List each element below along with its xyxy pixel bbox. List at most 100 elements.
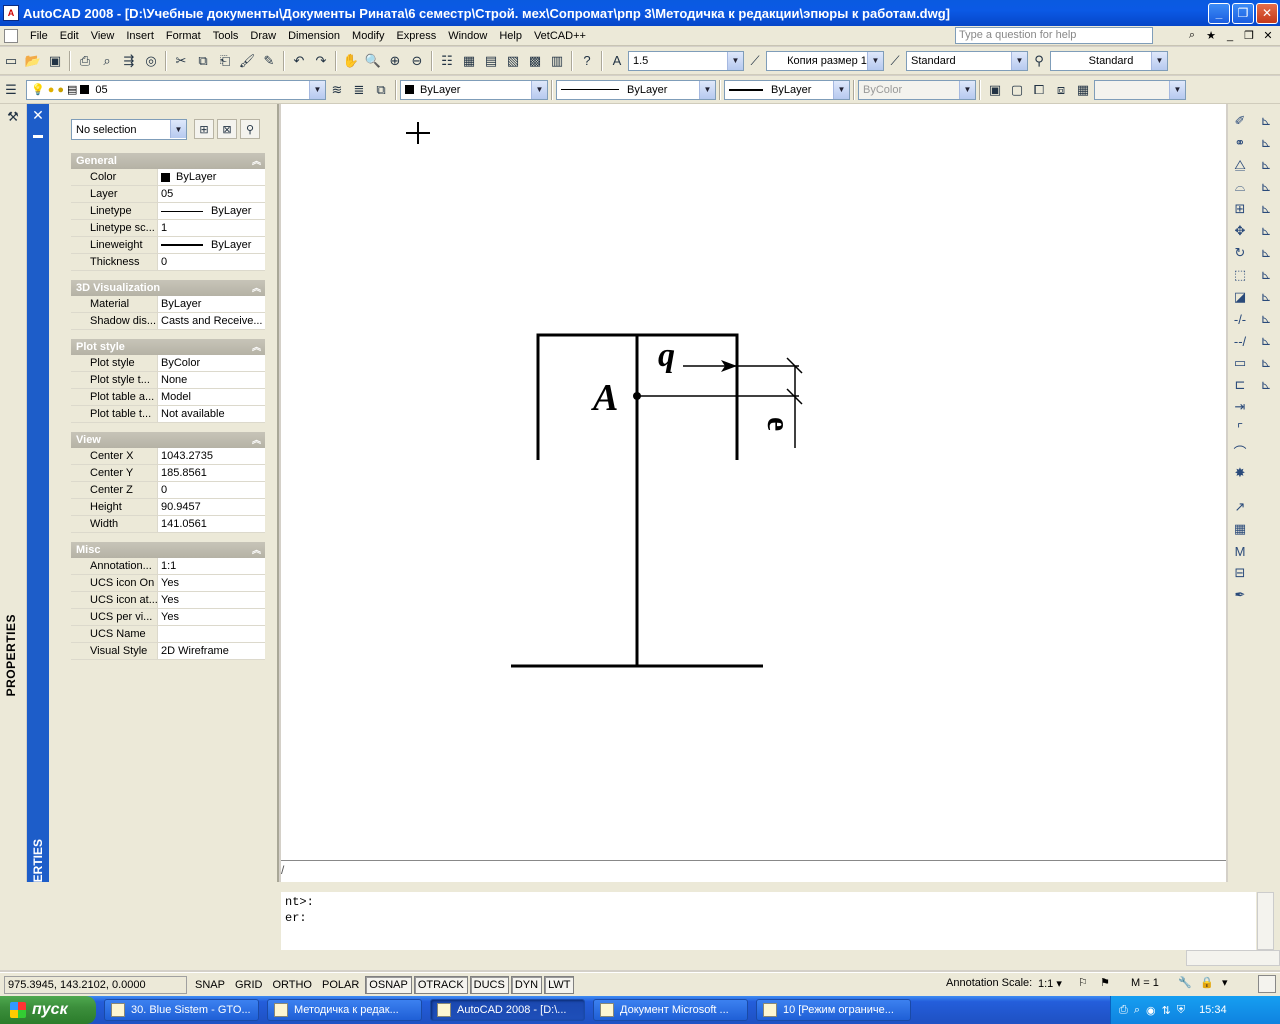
clean-screen-icon[interactable]	[1258, 975, 1276, 993]
osnap-toggle[interactable]: OSNAP	[365, 975, 412, 994]
mtext-icon[interactable]: M	[1229, 540, 1251, 562]
save-icon[interactable]: ▣	[44, 50, 66, 72]
properties-palette-titlebar[interactable]: ✕ ▬ PROPERTIES ⧐ ☰	[27, 104, 49, 970]
ucs-previous-icon[interactable]: ⊾	[1255, 154, 1277, 176]
collapse-icon[interactable]: ︽	[252, 280, 261, 296]
move-icon[interactable]: ✥	[1229, 220, 1251, 242]
collapse-icon[interactable]: ︽	[252, 339, 261, 355]
help-icon[interactable]: ?	[576, 50, 598, 72]
chevron-down-icon[interactable]: ▼	[727, 51, 743, 70]
polar-toggle[interactable]: POLAR	[318, 976, 363, 994]
prop-row-lineweight[interactable]: Lineweight ByLayer	[71, 237, 265, 254]
ucs-3point-icon[interactable]: ⊾	[1255, 286, 1277, 308]
task-restricted-mode[interactable]: 10 [Режим ограниче...	[756, 999, 911, 1021]
menu-view[interactable]: View	[85, 27, 121, 45]
snap-toggle[interactable]: SNAP	[191, 976, 229, 994]
prop-row-material[interactable]: Material ByLayer	[71, 296, 265, 313]
linetype-select[interactable]: ByLayer ▼	[556, 79, 716, 100]
prop-row-height[interactable]: Height 90.9457	[71, 499, 265, 516]
restore-button[interactable]: ❐	[1232, 2, 1254, 24]
explode-icon[interactable]: ✸	[1229, 462, 1251, 484]
close-icon[interactable]: ✕	[29, 106, 47, 124]
collapse-icon[interactable]: ︽	[252, 542, 261, 558]
star-icon[interactable]: ★	[1203, 28, 1219, 43]
sun-icon[interactable]: ●	[48, 84, 55, 96]
zoom-previous-icon[interactable]: ⊖	[406, 50, 428, 72]
prop-row-shadow-display[interactable]: Shadow dis... Casts and Receive...	[71, 313, 265, 330]
network-icon[interactable]: ⇅	[1162, 1004, 1171, 1017]
grid-toggle[interactable]: GRID	[231, 976, 267, 994]
menu-window[interactable]: Window	[442, 27, 493, 45]
wrench-icon[interactable]: 🔧	[1178, 976, 1192, 989]
open-file-icon[interactable]: 📂	[22, 50, 44, 72]
break-at-point-icon[interactable]: ▭	[1229, 352, 1251, 374]
menu-help[interactable]: Help	[493, 27, 528, 45]
printer-icon[interactable]: ⎙	[1119, 1004, 1128, 1017]
offset-icon[interactable]: ⌓	[1229, 176, 1251, 198]
task-autocad[interactable]: AutoCAD 2008 - [D:\...	[430, 999, 585, 1021]
prop-row-ucs-icon-on[interactable]: UCS icon On Yes	[71, 575, 265, 592]
chevron-down-icon[interactable]: ▼	[699, 80, 715, 99]
ucs-z-axis-icon[interactable]: ⊾	[1255, 264, 1277, 286]
named-views-icon[interactable]: ▣	[984, 79, 1006, 101]
prop-row-ucs-per-viewport[interactable]: UCS per vi... Yes	[71, 609, 265, 626]
section-header-misc[interactable]: Misc ︽	[71, 542, 265, 558]
tray-settings-icon[interactable]: ▾	[1222, 976, 1228, 989]
menu-format[interactable]: Format	[160, 27, 207, 45]
chamfer-icon[interactable]: ⌜	[1229, 418, 1251, 440]
layer-previous-icon[interactable]: ≣	[348, 79, 370, 101]
plot-preview-icon[interactable]: ⌕	[96, 50, 118, 72]
prop-row-center-x[interactable]: Center X 1043.2735	[71, 448, 265, 465]
document-icon[interactable]	[4, 28, 18, 43]
chevron-down-icon[interactable]: ▼	[867, 51, 883, 70]
collapse-icon[interactable]: ︽	[252, 153, 261, 169]
layer-select[interactable]: 💡 ● ● ▤ 05 ▼	[26, 79, 326, 100]
chevron-down-icon[interactable]: ▼	[1011, 51, 1027, 70]
lwt-toggle[interactable]: LWT	[544, 975, 575, 994]
match-properties-icon[interactable]: 🖌	[236, 50, 258, 72]
color-select[interactable]: ByLayer ▼	[400, 79, 548, 100]
menu-file[interactable]: File	[24, 27, 54, 45]
antivirus-icon[interactable]: ◉	[1146, 1004, 1156, 1017]
clock[interactable]: 15:34	[1199, 1004, 1227, 1016]
prop-row-center-y[interactable]: Center Y 185.8561	[71, 465, 265, 482]
viewports-icon[interactable]: ▢	[1006, 79, 1028, 101]
erase-icon[interactable]: ✐	[1229, 110, 1251, 132]
table-style-icon[interactable]: ⟋	[884, 50, 906, 72]
tool-palette-icon[interactable]: ⚒	[2, 106, 24, 128]
copy-object-icon[interactable]: ⚭	[1229, 132, 1251, 154]
dim-style-icon[interactable]: ⟋	[744, 50, 766, 72]
dimension-style-select[interactable]: Копия размер 1 ▼	[766, 50, 884, 71]
menu-vetcad[interactable]: VetCAD++	[528, 27, 592, 45]
plot-icon[interactable]: ▤	[67, 83, 77, 96]
section-header-3d-visualization[interactable]: 3D Visualization ︽	[71, 280, 265, 296]
command-scrollbar[interactable]	[1257, 892, 1274, 950]
pan-icon[interactable]: ✋	[340, 50, 362, 72]
chevron-down-icon[interactable]: ▼	[531, 80, 547, 99]
dyn-toggle[interactable]: DYN	[510, 975, 543, 994]
layout-tabs[interactable]: /	[281, 860, 1226, 882]
autocad-app-icon[interactable]: A	[3, 5, 19, 21]
ucs-y-icon[interactable]: ⊾	[1255, 330, 1277, 352]
ucs-apply-icon[interactable]: ⊾	[1255, 374, 1277, 396]
task-metodichka-folder[interactable]: Методичка к редак...	[267, 999, 422, 1021]
chevron-down-icon[interactable]: ▼	[309, 80, 325, 99]
ucs-z-icon[interactable]: ⊾	[1255, 352, 1277, 374]
properties-dock-label[interactable]: PROPERTIES	[4, 614, 18, 696]
layer-states-icon[interactable]: ⧉	[370, 79, 392, 101]
extend-icon[interactable]: --/	[1229, 330, 1251, 352]
rotate-icon[interactable]: ↻	[1229, 242, 1251, 264]
dimension-icon[interactable]: ⊟	[1229, 562, 1251, 584]
coordinates-display[interactable]: 975.3945, 143.2102, 0.0000	[4, 975, 187, 994]
prop-row-linetype-scale[interactable]: Linetype sc... 1	[71, 220, 265, 237]
task-word-document[interactable]: Документ Microsoft ...	[593, 999, 748, 1021]
zoom-realtime-icon[interactable]: 🔍	[362, 50, 384, 72]
cut-icon[interactable]: ✂	[170, 50, 192, 72]
publish-icon[interactable]: ⇶	[118, 50, 140, 72]
menu-edit[interactable]: Edit	[54, 27, 85, 45]
table-style-select[interactable]: Standard ▼	[1050, 50, 1168, 71]
print-icon[interactable]: ⎙	[74, 50, 96, 72]
menu-insert[interactable]: Insert	[120, 27, 160, 45]
layout-icon[interactable]: ▦	[1072, 79, 1094, 101]
start-button[interactable]: пуск	[0, 996, 96, 1024]
